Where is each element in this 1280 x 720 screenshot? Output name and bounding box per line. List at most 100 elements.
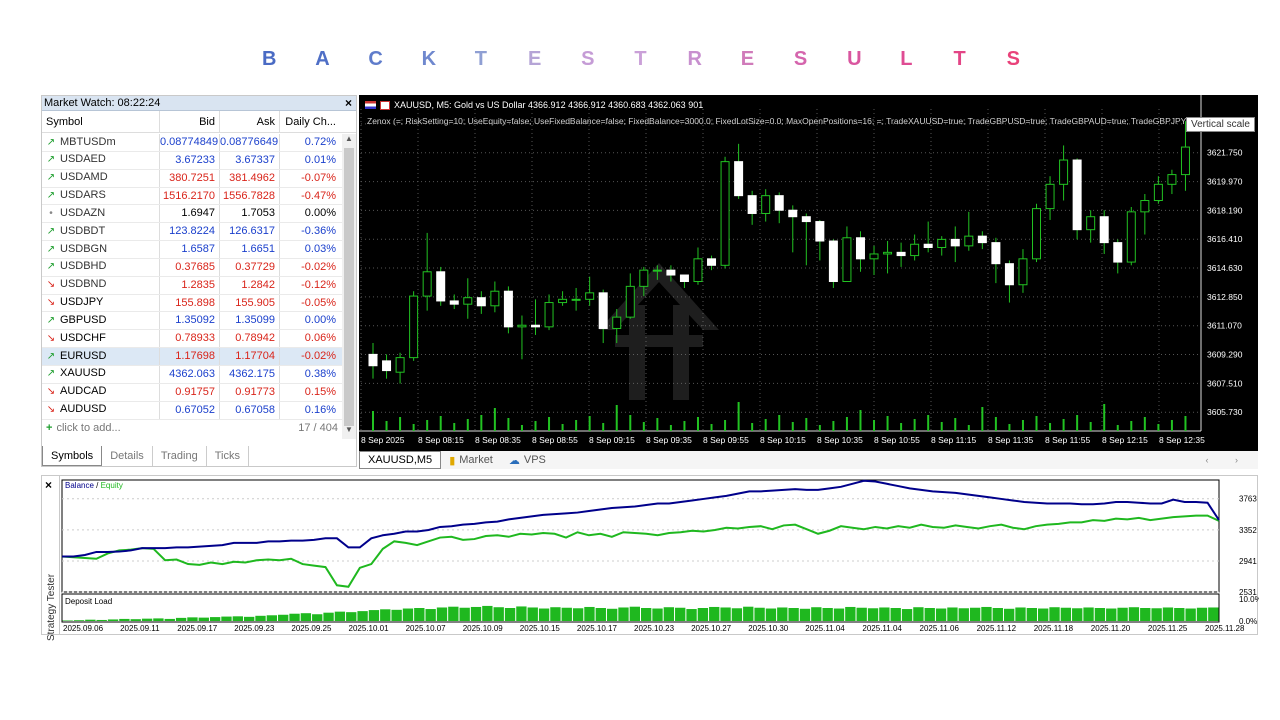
symbol-cell: ↗ USDBHD bbox=[42, 258, 160, 276]
symbol-row[interactable]: ↗ MBTUSDm 0.08774849 0.08776649 0.72% bbox=[42, 134, 342, 152]
date-axis-label: 2025.10.23 bbox=[634, 624, 675, 633]
deposit-load-bar bbox=[550, 607, 561, 621]
deposit-load-bar bbox=[346, 612, 357, 621]
symbol-row[interactable]: ↘ AUDCAD 0.91757 0.91773 0.15% bbox=[42, 383, 342, 402]
change-cell: -0.07% bbox=[301, 171, 336, 184]
deposit-load-bar bbox=[765, 608, 777, 621]
tab-vps[interactable]: ☁ VPS bbox=[501, 454, 554, 467]
deposit-load-bar bbox=[969, 607, 981, 621]
deposit-load-bar bbox=[402, 608, 414, 621]
change-cell: 0.16% bbox=[304, 403, 336, 416]
symbol-row[interactable]: ↗ USDBGN 1.6587 1.6651 0.03% bbox=[42, 241, 342, 259]
candle-body bbox=[815, 221, 825, 242]
candle-body bbox=[422, 271, 432, 297]
scroll-down-icon[interactable]: ▼ bbox=[342, 425, 356, 439]
vertical-scale-tooltip: Vertical scale bbox=[1186, 117, 1255, 132]
symbol-name: USDAED bbox=[60, 153, 106, 166]
symbol-cell: ↗ USDBGN bbox=[42, 241, 160, 258]
time-axis-label: 8 Sep 11:35 bbox=[988, 435, 1033, 445]
ask-cell: 0.08776649 bbox=[220, 134, 280, 151]
header-bid[interactable]: Bid bbox=[160, 111, 220, 132]
candle-body bbox=[382, 360, 392, 372]
candle-body bbox=[828, 240, 838, 283]
time-axis-label: 8 Sep 10:35 bbox=[817, 435, 863, 445]
scroll-up-icon[interactable]: ▲ bbox=[342, 134, 356, 148]
tab-market[interactable]: ▮ Market bbox=[441, 454, 501, 467]
balance-equity-chart[interactable]: 376333522941253110.0%0.0%2025.09.062025.… bbox=[42, 476, 1259, 636]
deposit-load-bar bbox=[901, 609, 913, 621]
candle-body bbox=[1126, 211, 1136, 263]
deposit-load-bar bbox=[777, 607, 788, 621]
time-axis-label: 8 Sep 12:35 bbox=[1159, 435, 1205, 445]
add-symbol-row[interactable]: + click to add... 17 / 404 bbox=[42, 419, 342, 437]
symbol-cell: ↘ USDCHF bbox=[42, 330, 160, 348]
price-axis-label: 3605.730 bbox=[1207, 407, 1243, 417]
deposit-load-bar bbox=[300, 613, 312, 621]
deposit-load-bar bbox=[391, 609, 402, 621]
symbol-row[interactable]: ↗ USDBHD 0.37685 0.37729 -0.02% bbox=[42, 258, 342, 277]
tab-details[interactable]: Details bbox=[102, 446, 153, 466]
flag-icon bbox=[365, 101, 376, 109]
header-ask[interactable]: Ask bbox=[220, 111, 280, 132]
tab-symbols[interactable]: Symbols bbox=[42, 446, 103, 466]
tab-xauusd-m5[interactable]: XAUUSD,M5 bbox=[359, 451, 442, 469]
tab-scroll-arrows[interactable]: ‹ › bbox=[1206, 455, 1259, 465]
candlestick-chart[interactable]: 3623.5303621.7503619.9703618.1903616.410… bbox=[359, 95, 1258, 451]
tab-trading[interactable]: Trading bbox=[153, 446, 207, 466]
symbol-row[interactable]: ↘ USDBND 1.2835 1.2842 -0.12% bbox=[42, 276, 342, 295]
candle-body bbox=[1032, 208, 1042, 260]
symbol-row[interactable]: • USDAZN 1.6947 1.7053 0.00% bbox=[42, 205, 342, 224]
deposit-load-bar bbox=[187, 617, 198, 621]
symbol-row[interactable]: ↗ USDAMD 380.7251 381.4962 -0.07% bbox=[42, 169, 342, 188]
date-axis-label: 2025.11.25 bbox=[1148, 624, 1188, 633]
price-chart[interactable]: 3623.5303621.7503619.9703618.1903616.410… bbox=[359, 95, 1258, 451]
symbol-row[interactable]: ↗ GBPUSD 1.35092 1.35099 0.00% bbox=[42, 312, 342, 331]
deposit-load-bar bbox=[312, 614, 323, 621]
ask-cell: 1.35099 bbox=[220, 312, 280, 330]
symbol-row[interactable]: ↗ USDBDT 123.8224 126.6317 -0.36% bbox=[42, 223, 342, 242]
tester-legend: Balance / Equity bbox=[65, 481, 123, 490]
candle-body bbox=[977, 235, 987, 244]
header-daily-change[interactable]: Daily Ch... bbox=[280, 111, 340, 132]
tab-ticks[interactable]: Ticks bbox=[207, 446, 249, 466]
change-cell: 0.06% bbox=[304, 332, 336, 345]
symbol-row[interactable]: ↗ XAUUSD 4362.063 4362.175 0.38% bbox=[42, 365, 342, 384]
market-watch-header: Symbol Bid Ask Daily Ch... bbox=[42, 111, 356, 133]
candle-body bbox=[585, 292, 595, 300]
date-axis-label: 2025.10.27 bbox=[691, 624, 732, 633]
deposit-load-bar bbox=[414, 608, 425, 621]
price-axis-label: 3612.850 bbox=[1207, 292, 1243, 302]
symbol-row[interactable]: ↘ AUDUSD 0.67052 0.67058 0.16% bbox=[42, 401, 342, 420]
deposit-load-bar bbox=[1038, 608, 1049, 621]
title-letter: U bbox=[847, 48, 862, 70]
symbol-row[interactable]: ↗ EURUSD 1.17698 1.17704 -0.02% bbox=[42, 348, 342, 366]
symbol-row[interactable]: ↗ USDAED 3.67233 3.67337 0.01% bbox=[42, 151, 342, 170]
deposit-load-bar bbox=[788, 608, 799, 621]
symbol-row[interactable]: ↘ USDJPY 155.898 155.905 -0.05% bbox=[42, 294, 342, 313]
chart-type-icon bbox=[380, 100, 390, 110]
deposit-load-bar bbox=[1128, 607, 1140, 621]
time-axis-label: 8 Sep 08:35 bbox=[475, 435, 521, 445]
candle-body bbox=[517, 324, 527, 328]
symbol-cell: ↗ USDAMD bbox=[42, 169, 160, 187]
symbol-row[interactable]: ↗ USDARS 1516.2170 1556.7828 -0.47% bbox=[42, 187, 342, 206]
symbol-row[interactable]: ↘ USDCHF 0.78933 0.78942 0.06% bbox=[42, 330, 342, 349]
deposit-load-bar bbox=[368, 610, 380, 621]
symbol-name: USDCHF bbox=[60, 331, 106, 344]
date-axis-label: 2025.10.09 bbox=[463, 624, 504, 633]
deposit-load-bar bbox=[493, 607, 504, 621]
date-axis-label: 2025.10.15 bbox=[520, 624, 561, 633]
symbol-name: USDAMD bbox=[60, 171, 108, 184]
ask-cell: 0.91773 bbox=[220, 383, 280, 401]
header-symbol[interactable]: Symbol bbox=[42, 111, 160, 132]
scrollbar-thumb[interactable] bbox=[344, 148, 354, 426]
symbol-cell: ↗ USDARS bbox=[42, 187, 160, 205]
market-watch-scrollbar[interactable]: ▲ ▼ bbox=[342, 134, 356, 439]
close-icon[interactable]: × bbox=[45, 478, 52, 492]
deposit-load-bar bbox=[913, 607, 924, 621]
bid-cell: 380.7251 bbox=[160, 169, 220, 187]
symbol-cell: ↗ MBTUSDm bbox=[42, 134, 160, 151]
candle-body bbox=[598, 292, 608, 329]
close-icon[interactable]: × bbox=[345, 96, 352, 111]
candle-body bbox=[1153, 183, 1163, 202]
